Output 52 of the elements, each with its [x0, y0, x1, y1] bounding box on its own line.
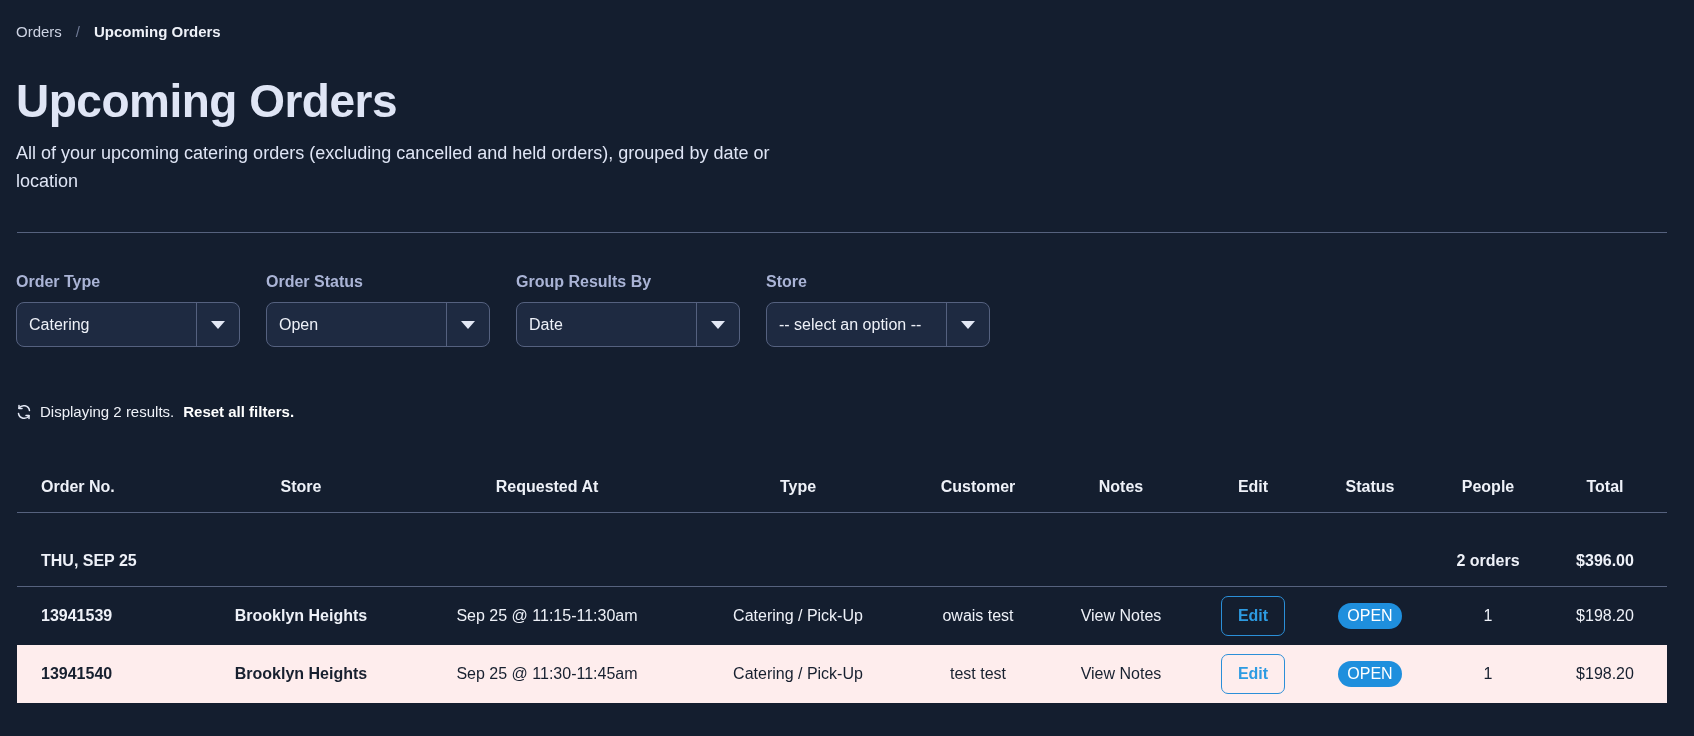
- order-type: Catering / Pick-Up: [733, 664, 863, 683]
- column-header: Type: [779, 478, 817, 496]
- filter-label: Store: [766, 272, 808, 292]
- order-total: $198.20: [1576, 606, 1634, 625]
- dropdown-field[interactable]: Catering: [16, 302, 240, 347]
- reset-filters-link[interactable]: Reset all filters.: [183, 402, 295, 422]
- results-count: Displaying 2 results.: [40, 402, 175, 422]
- store-name: Brooklyn Heights: [234, 606, 368, 625]
- customer-name: test test: [950, 664, 1006, 683]
- dropdown-field[interactable]: Date: [516, 302, 740, 347]
- requested-time: Sep 25 @ 11:15-11:30am: [456, 606, 638, 625]
- column-header: Status: [1345, 478, 1395, 496]
- column-header: Customer: [940, 478, 1016, 496]
- dropdown-field[interactable]: Open: [266, 302, 490, 347]
- requested-time: Sep 25 @ 11:30-11:45am: [456, 664, 638, 683]
- customer-name: owais test: [942, 606, 1014, 625]
- breadcrumb-link[interactable]: Orders: [16, 22, 62, 42]
- order-total: $198.20: [1576, 664, 1634, 683]
- breadcrumb-separator: /: [75, 22, 80, 42]
- page-description: All of your upcoming catering orders (excluding cancelled and held orders), grouped by date or location: [16, 142, 771, 193]
- edit-button[interactable]: Edit: [1221, 595, 1285, 636]
- order-number: 13941539: [41, 606, 113, 625]
- group-total: $396.00: [1576, 551, 1634, 571]
- column-header: Requested At: [495, 478, 599, 496]
- column-header: People: [1461, 478, 1515, 496]
- column-header: Order No.: [41, 478, 115, 496]
- caret-icon: [711, 320, 725, 329]
- dropdown-field[interactable]: -- select an option --: [766, 302, 990, 347]
- people-count: 1: [1483, 606, 1493, 625]
- column-header: Total: [1586, 478, 1624, 496]
- view-notes-link[interactable]: View Notes: [1080, 606, 1162, 625]
- order-type: Catering / Pick-Up: [733, 606, 863, 625]
- store-name: Brooklyn Heights: [234, 664, 368, 683]
- column-header: Edit: [1237, 478, 1269, 496]
- caret-icon: [961, 320, 975, 329]
- refresh-icon[interactable]: [16, 404, 32, 420]
- status-badge: OPEN: [1338, 602, 1402, 629]
- filter-label: Group Results By: [516, 272, 653, 292]
- group-date: THU, SEP 25: [41, 551, 137, 571]
- order-number: 13941540: [41, 664, 113, 683]
- group-order-count: 2 orders: [1456, 551, 1520, 571]
- breadcrumb-current: Upcoming Orders: [94, 22, 221, 42]
- page-title: Upcoming Orders: [16, 74, 398, 129]
- people-count: 1: [1483, 664, 1493, 683]
- caret-icon: [211, 320, 225, 329]
- status-badge: OPEN: [1338, 660, 1402, 687]
- column-header: Notes: [1098, 478, 1144, 496]
- column-header: Store: [280, 478, 322, 496]
- filter-label: Order Type: [16, 272, 102, 292]
- filter-label: Order Status: [266, 272, 364, 292]
- caret-icon: [461, 320, 475, 329]
- view-notes-link[interactable]: View Notes: [1080, 664, 1162, 683]
